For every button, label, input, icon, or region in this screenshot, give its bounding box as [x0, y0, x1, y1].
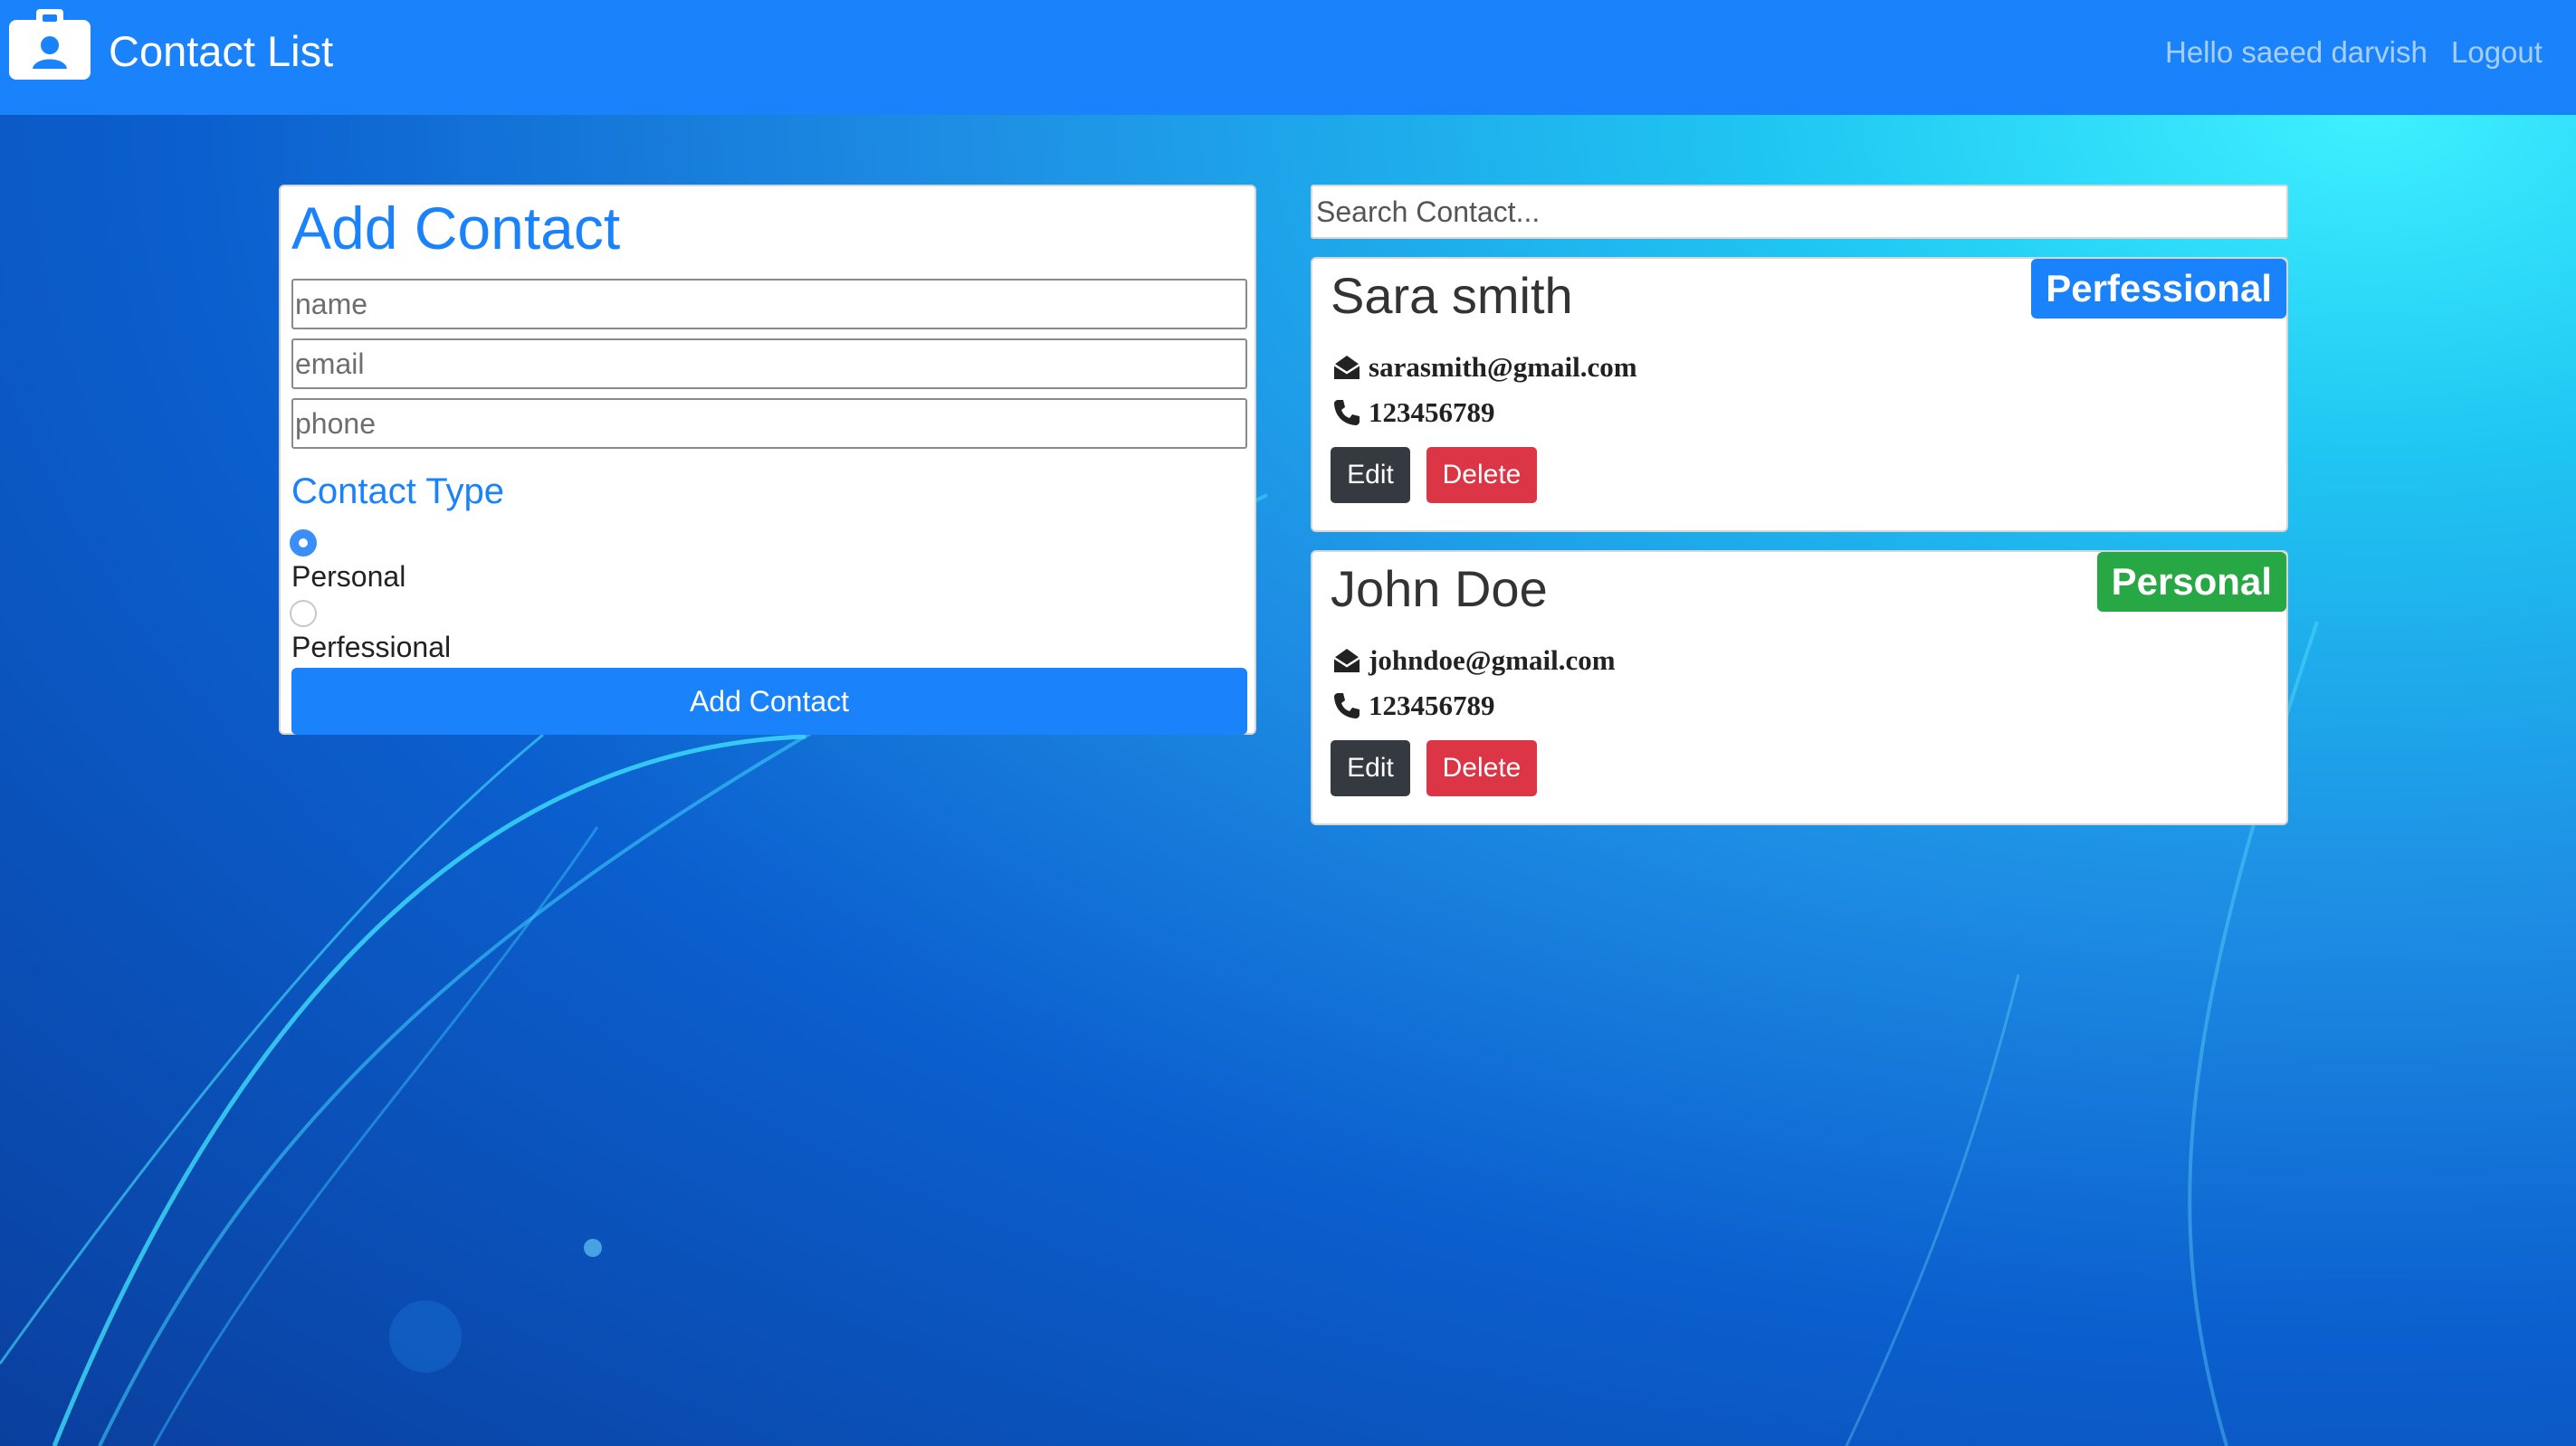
delete-button[interactable]: Delete — [1426, 447, 1537, 503]
radio-perfessional[interactable] — [290, 600, 317, 627]
contact-email: johndoe@gmail.com — [1369, 644, 1616, 676]
envelope-open-icon — [1333, 649, 1360, 672]
name-input[interactable] — [291, 279, 1247, 329]
add-contact-form: Add Contact Contact Type Personal Perfes… — [279, 185, 1256, 735]
app-title: Contact List — [109, 27, 334, 75]
user-greeting[interactable]: Hello saeed darvish — [2165, 33, 2428, 72]
phone-input[interactable] — [291, 398, 1247, 449]
logout-link[interactable]: Logout — [2451, 33, 2543, 72]
radio-perfessional-label: Perfessional — [291, 631, 452, 663]
contact-card: Sara smith Perfessional sarasmith@gmail.… — [1311, 257, 2288, 532]
contact-card: John Doe Personal johndoe@gmail.com 1234… — [1311, 550, 2288, 825]
add-contact-button[interactable]: Add Contact — [291, 668, 1247, 735]
phone-icon — [1334, 400, 1360, 425]
envelope-open-icon — [1333, 356, 1360, 379]
edit-button[interactable]: Edit — [1331, 447, 1410, 503]
form-title: Add Contact — [291, 195, 621, 262]
contact-type-badge: Perfessional — [2031, 259, 2286, 319]
contact-name: Sara smith — [1331, 267, 1573, 324]
radio-personal[interactable] — [290, 529, 317, 557]
contact-email-row: johndoe@gmail.com — [1332, 642, 1616, 679]
contact-name: John Doe — [1331, 560, 1548, 617]
edit-button[interactable]: Edit — [1331, 740, 1410, 796]
contact-email-row: sarasmith@gmail.com — [1332, 349, 1637, 385]
navbar: Contact List Hello saeed darvish Logout — [0, 0, 2576, 115]
contact-phone: 123456789 — [1369, 396, 1495, 428]
contact-phone-row: 123456789 — [1332, 688, 1495, 724]
id-card-icon — [9, 9, 91, 80]
email-input[interactable] — [291, 338, 1247, 389]
contact-phone: 123456789 — [1369, 690, 1495, 721]
phone-icon — [1334, 693, 1360, 718]
search-input[interactable] — [1311, 185, 2288, 239]
contact-type-heading: Contact Type — [291, 471, 504, 511]
contact-phone-row: 123456789 — [1332, 395, 1495, 431]
contact-email: sarasmith@gmail.com — [1369, 351, 1637, 383]
contact-type-badge: Personal — [2096, 552, 2286, 612]
delete-button[interactable]: Delete — [1426, 740, 1537, 796]
radio-personal-label: Personal — [291, 560, 406, 593]
